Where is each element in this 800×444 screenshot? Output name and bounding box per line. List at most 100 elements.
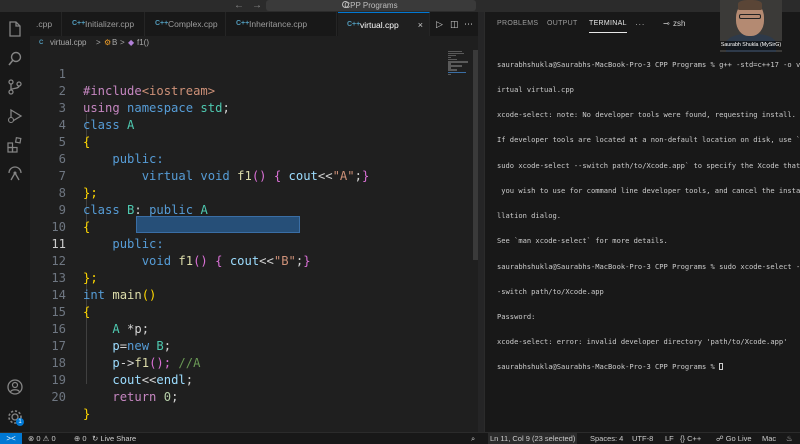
- terminal-line: irtual virtual.cpp: [497, 85, 574, 95]
- presenter-hair: [738, 0, 762, 10]
- terminal-line: saurabhshukla@Saurabhs-MacBook-Pro-3 CPP…: [497, 59, 800, 69]
- title-bar: ← → CPP Programs: [0, 0, 800, 12]
- editor-tabs: .cpp C++ Initializer.cpp C++ Complex.cpp…: [30, 12, 478, 36]
- breadcrumb-method[interactable]: f1(): [137, 36, 149, 50]
- remote-explorer-icon[interactable]: [6, 165, 24, 183]
- terminal-line: sudo xcode-select --switch path/to/Xcode…: [497, 160, 800, 170]
- terminal-panel: PROBLEMS OUTPUT TERMINAL ··· ⊸ zsh saura…: [484, 12, 800, 432]
- code-line: 16 p=new B;: [30, 304, 470, 353]
- search-icon: [342, 1, 349, 8]
- terminal-line: saurabhshukla@Saurabhs-MacBook-Pro-3 CPP…: [497, 261, 800, 271]
- terminal-line: -switch path/to/Xcode.app: [497, 286, 604, 296]
- close-tab-icon[interactable]: ×: [418, 13, 423, 37]
- code-line: 3 class A: [30, 83, 470, 132]
- ports-status[interactable]: ⊕ 0: [74, 433, 87, 444]
- method-symbol-icon: ◆: [128, 38, 135, 47]
- tab-initializer[interactable]: C++ Initializer.cpp: [63, 12, 145, 36]
- cpp-file-icon: C++: [72, 20, 86, 27]
- cpp-file-icon: C++: [236, 20, 250, 27]
- activity-bar: 1: [0, 12, 30, 432]
- code-line: 5 public:: [30, 117, 470, 166]
- run-icon[interactable]: ▷: [436, 12, 443, 36]
- code-line: 12 };: [30, 236, 470, 285]
- breadcrumb-class[interactable]: B: [112, 36, 117, 50]
- class-symbol-icon: ⚙: [104, 38, 112, 47]
- platform-status[interactable]: Mac: [762, 433, 776, 444]
- notifications-bell-icon[interactable]: ♨: [786, 433, 793, 444]
- tab-inheritance[interactable]: C++ Inheritance.cpp: [227, 12, 337, 36]
- eol-status[interactable]: LF: [665, 433, 674, 444]
- panel-more-icon[interactable]: ···: [635, 12, 645, 36]
- code-line: 13 int main(): [30, 253, 470, 302]
- webcam-overlay: Saurabh Shukla (MySirG): [720, 0, 782, 52]
- live-share-label: Live Share: [100, 434, 137, 443]
- account-icon[interactable]: [6, 378, 24, 396]
- code-line: 9 {: [30, 185, 470, 234]
- ports-count: 0: [82, 434, 87, 443]
- tab-problems[interactable]: PROBLEMS: [497, 12, 538, 36]
- tab-terminal[interactable]: TERMINAL: [589, 12, 627, 33]
- cursor-position[interactable]: Ln 11, Col 9 (23 selected): [488, 433, 578, 444]
- code-line: 6 virtual void f1() { cout<<"A";}: [30, 134, 470, 183]
- code-line: 14 {: [30, 270, 470, 319]
- token: 0: [156, 390, 172, 404]
- breadcrumb-separator: >: [120, 38, 125, 47]
- breadcrumb: C virtual.cpp > ⚙ B > ◆ f1(): [30, 36, 478, 50]
- back-arrow-icon[interactable]: ←: [234, 0, 244, 11]
- minimap[interactable]: [448, 50, 470, 86]
- warning-count: 0: [51, 434, 56, 443]
- code-line: 17 p->f1(); //A: [30, 321, 470, 370]
- code-line: 18 cout<<endl;: [30, 338, 470, 387]
- go-live-button[interactable]: ☍ Go Live: [716, 433, 752, 444]
- code-editor[interactable]: 1 #include<iostream> 2 using namespace s…: [30, 50, 478, 432]
- search-icon[interactable]: [6, 50, 24, 68]
- terminal-line: llation dialog.: [497, 211, 562, 221]
- tab-virtual[interactable]: C++ virtual.cpp ×: [338, 12, 430, 36]
- status-bar: >< ⊗ 0 ⚠ 0 ⊕ 0 ↻ Live Share ⌕ Ln 11, Col…: [0, 432, 800, 444]
- run-debug-icon[interactable]: [6, 107, 24, 125]
- terminal-output[interactable]: saurabhshukla@Saurabhs-MacBook-Pro-3 CPP…: [497, 44, 800, 389]
- problems-status[interactable]: ⊗ 0 ⚠ 0: [28, 433, 56, 444]
- webcam-caption: Saurabh Shukla (MySirG): [720, 41, 782, 50]
- tab-label: Inheritance.cpp: [249, 19, 308, 29]
- zoom-icon[interactable]: ⌕: [471, 433, 475, 444]
- terminal-line: xcode-select: error: invalid developer d…: [497, 337, 788, 347]
- token: ;: [171, 390, 179, 404]
- live-share-button[interactable]: ↻ Live Share: [92, 433, 136, 444]
- token: }: [83, 407, 91, 421]
- cpp-file-icon: C: [39, 40, 44, 46]
- error-count: 0: [36, 434, 41, 443]
- tab-cpp[interactable]: .cpp: [14, 12, 62, 36]
- terminal-line: See `man xcode-select` for more details.: [497, 236, 668, 246]
- code-line: 10 public:: [30, 202, 470, 251]
- more-actions-icon[interactable]: ⋯: [464, 12, 473, 36]
- breadcrumb-file[interactable]: virtual.cpp: [50, 36, 86, 50]
- command-center[interactable]: CPP Programs: [266, 0, 476, 11]
- terminal-line: If developer tools are located at a non-…: [497, 135, 800, 145]
- code-line: 2 using namespace std;: [30, 66, 470, 115]
- tab-complex[interactable]: C++ Complex.cpp: [146, 12, 226, 36]
- terminal-shell-icon: ⊸: [663, 19, 671, 28]
- tab-output[interactable]: OUTPUT: [547, 12, 578, 36]
- language-status[interactable]: {} C++: [680, 433, 701, 444]
- tab-label: virtual.cpp: [360, 20, 399, 30]
- terminal-line: Password:: [497, 312, 536, 321]
- settings-update-badge: 1: [16, 418, 24, 426]
- indentation-status[interactable]: Spaces: 4: [590, 433, 623, 444]
- line-number: 20: [51, 390, 66, 404]
- code-line: 7 };: [30, 151, 470, 200]
- encoding-status[interactable]: UTF-8: [632, 433, 653, 444]
- terminal-prompt: saurabhshukla@Saurabhs-MacBook-Pro-3 CPP…: [497, 362, 720, 372]
- language-label: C++: [687, 434, 702, 443]
- split-editor-icon[interactable]: ◫: [450, 12, 459, 36]
- terminal-name[interactable]: zsh: [673, 12, 685, 36]
- code-line: 19 return 0;: [30, 355, 470, 404]
- terminal-line: you wish to use for command line develop…: [497, 185, 800, 195]
- cpp-file-icon: C++: [155, 20, 169, 27]
- forward-arrow-icon[interactable]: →: [252, 0, 262, 11]
- source-control-icon[interactable]: [6, 78, 24, 96]
- remote-indicator-icon[interactable]: ><: [0, 433, 22, 444]
- go-live-label: Go Live: [725, 434, 752, 443]
- extensions-icon[interactable]: [6, 136, 24, 154]
- tab-label: .cpp: [36, 19, 53, 29]
